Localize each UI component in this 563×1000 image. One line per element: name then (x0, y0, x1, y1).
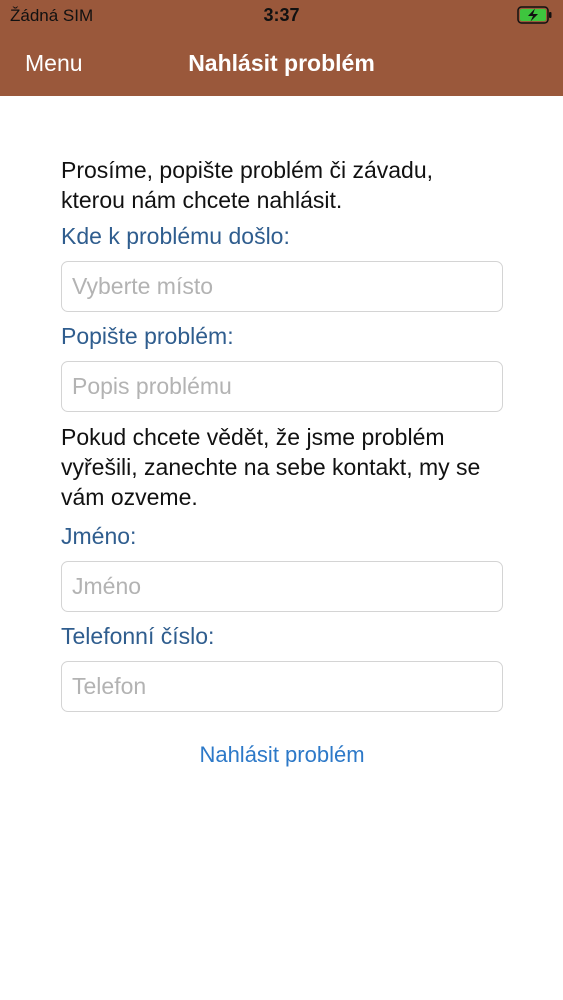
clock: 3:37 (263, 5, 300, 25)
report-form: Prosíme, popište problém či závadu, kter… (61, 155, 503, 768)
description-input[interactable] (61, 361, 503, 412)
name-label: Jméno: (61, 523, 137, 549)
page-title: Nahlásit problém (188, 50, 375, 76)
location-label: Kde k problému došlo: (61, 223, 290, 249)
submit-report-button[interactable]: Nahlásit problém (61, 742, 503, 768)
header: Žádná SIM 3:37 Nahlásit problém Menu (0, 0, 563, 96)
location-input[interactable] (61, 261, 503, 312)
intro-text: Prosíme, popište problém či závadu, kter… (61, 157, 434, 213)
name-input[interactable] (61, 561, 503, 612)
phone-input[interactable] (61, 661, 503, 712)
status-bar: Žádná SIM 3:37 (0, 0, 563, 30)
nav-bar: Nahlásit problém Menu (0, 30, 563, 96)
description-label: Popište problém: (61, 323, 234, 349)
menu-button[interactable]: Menu (25, 50, 83, 77)
contact-info-text: Pokud chcete vědět, že jsme problém vyře… (61, 424, 481, 510)
phone-label: Telefonní číslo: (61, 623, 215, 649)
battery-charging-icon (517, 6, 552, 24)
